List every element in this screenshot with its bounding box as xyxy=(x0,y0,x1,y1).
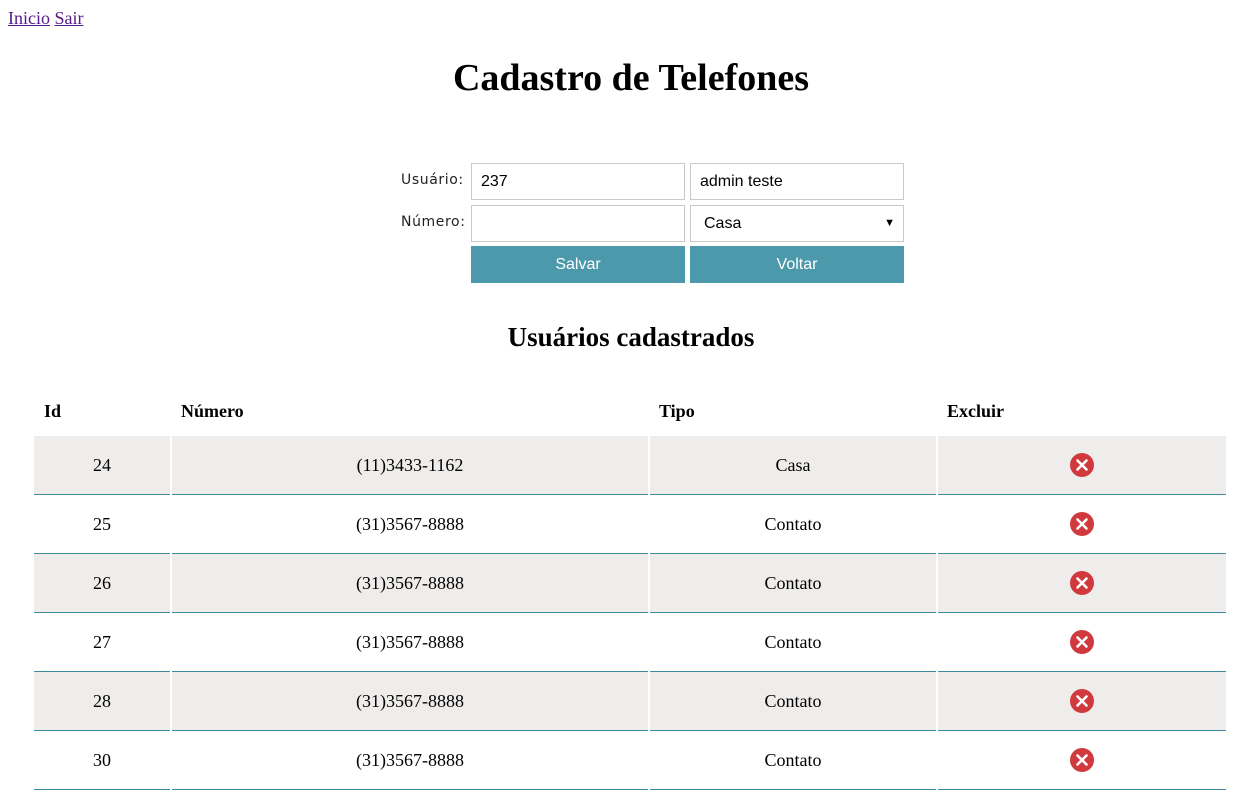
cell-id: 26 xyxy=(34,553,171,613)
cell-id: 25 xyxy=(34,494,171,554)
cell-id: 24 xyxy=(34,436,171,495)
close-circle-icon[interactable] xyxy=(1070,748,1094,772)
cell-tipo: Contato xyxy=(648,553,937,613)
phones-table: Id Número Tipo Excluir 24 (11)3433-1162 … xyxy=(34,386,1226,790)
table-header-row: Id Número Tipo Excluir xyxy=(34,386,1226,436)
header-tipo: Tipo xyxy=(659,400,695,421)
header-numero: Número xyxy=(181,400,244,421)
cell-tipo: Casa xyxy=(648,436,937,495)
user-id-field[interactable]: 237 xyxy=(471,163,685,200)
cell-id: 28 xyxy=(34,671,171,731)
table-row: 30 (31)3567-8888 Contato xyxy=(34,730,1226,790)
type-select-value: Casa xyxy=(704,215,742,232)
header-excluir: Excluir xyxy=(947,400,1004,421)
cell-numero: (31)3567-8888 xyxy=(170,494,649,554)
cell-id: 30 xyxy=(34,730,171,790)
cell-numero: (31)3567-8888 xyxy=(170,730,649,790)
user-label: Usuário: xyxy=(401,172,464,188)
save-button[interactable]: Salvar xyxy=(471,246,685,283)
cell-numero: (31)3567-8888 xyxy=(170,671,649,731)
cell-excluir xyxy=(936,671,1226,731)
caret-down-icon: ▼ xyxy=(884,217,895,229)
close-circle-icon[interactable] xyxy=(1070,689,1094,713)
cell-excluir xyxy=(936,612,1226,672)
cell-excluir xyxy=(936,494,1226,554)
number-input[interactable] xyxy=(471,205,685,242)
cell-excluir xyxy=(936,436,1226,495)
close-circle-icon[interactable] xyxy=(1070,630,1094,654)
number-label: Número: xyxy=(401,214,466,230)
cell-tipo: Contato xyxy=(648,671,937,731)
home-link[interactable]: Inicio xyxy=(8,8,50,28)
close-circle-icon[interactable] xyxy=(1070,571,1094,595)
close-circle-icon[interactable] xyxy=(1070,453,1094,477)
cell-tipo: Contato xyxy=(648,494,937,554)
logout-link[interactable]: Sair xyxy=(55,8,84,28)
cell-tipo: Contato xyxy=(648,730,937,790)
type-select[interactable]: Casa ▼ xyxy=(690,205,904,242)
cell-excluir xyxy=(936,553,1226,613)
cell-numero: (31)3567-8888 xyxy=(170,612,649,672)
cell-id: 27 xyxy=(34,612,171,672)
table-row: 27 (31)3567-8888 Contato xyxy=(34,612,1226,672)
table-row: 28 (31)3567-8888 Contato xyxy=(34,671,1226,731)
close-circle-icon[interactable] xyxy=(1070,512,1094,536)
cell-tipo: Contato xyxy=(648,612,937,672)
page-title: Cadastro de Telefones xyxy=(452,57,810,99)
table-row: 25 (31)3567-8888 Contato xyxy=(34,494,1226,554)
top-nav: Inicio Sair xyxy=(8,8,84,29)
header-id: Id xyxy=(44,400,62,421)
back-button[interactable]: Voltar xyxy=(690,246,904,283)
section-title: Usuários cadastrados xyxy=(507,322,755,352)
cell-numero: (11)3433-1162 xyxy=(170,436,649,495)
user-name-field[interactable]: admin teste xyxy=(690,163,904,200)
cell-numero: (31)3567-8888 xyxy=(170,553,649,613)
cell-excluir xyxy=(936,730,1226,790)
table-row: 26 (31)3567-8888 Contato xyxy=(34,553,1226,613)
table-row: 24 (11)3433-1162 Casa xyxy=(34,436,1226,495)
